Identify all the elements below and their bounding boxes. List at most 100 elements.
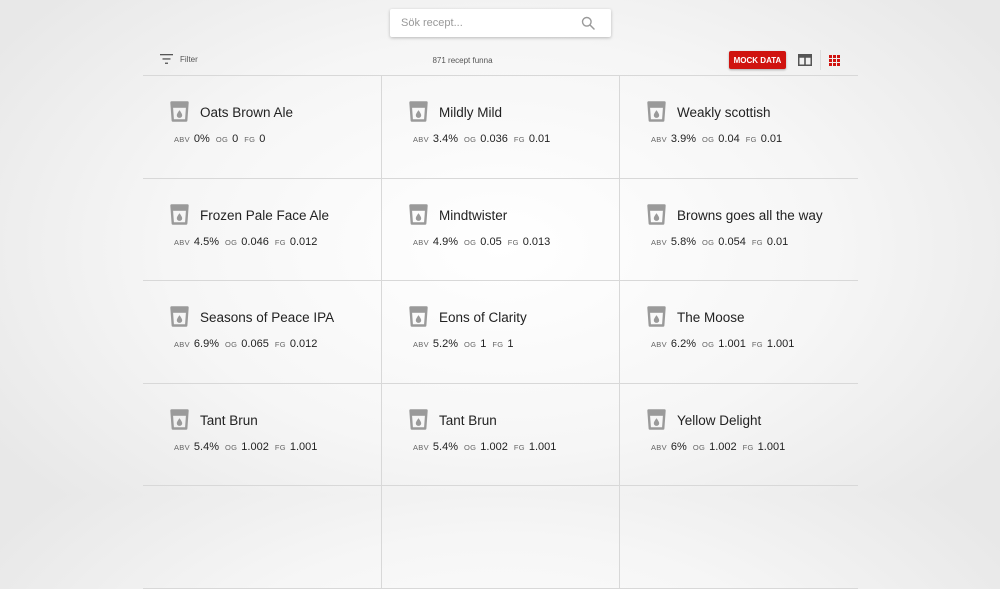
abv-label: ABV xyxy=(413,340,429,349)
og-value: 1.001 xyxy=(718,338,746,350)
recipe-card[interactable]: Mildly Mild ABV 3.4% OG 0.036 FG 0.01 xyxy=(381,76,619,179)
abv-label: ABV xyxy=(651,237,667,247)
recipe-name: Browns goes all the way xyxy=(677,207,823,223)
beer-glass-icon xyxy=(170,408,189,430)
abv-label: ABV xyxy=(413,442,429,452)
abv-label: ABV xyxy=(174,340,190,349)
recipe-name: Frozen Pale Face Ale xyxy=(200,207,330,223)
og-value: 0.05 xyxy=(480,235,502,248)
beer-glass-icon xyxy=(170,306,189,327)
abv-value: 5.4% xyxy=(432,440,458,453)
recipe-card[interactable]: Eons of Clarity ABV 5.2% OG 1 FG 1 xyxy=(381,281,619,384)
beer-glass-icon xyxy=(647,306,666,327)
abv-value: 5.4% xyxy=(193,440,219,453)
fg-label: FG xyxy=(745,135,757,144)
recipe-card[interactable]: Browns goes all the way ABV 5.8% OG 0.054 FG… xyxy=(619,178,858,281)
og-label: OG xyxy=(702,135,715,144)
recipe-card[interactable]: ABVOGFG xyxy=(619,486,858,589)
fg-label: FG xyxy=(274,340,286,349)
search-icon[interactable] xyxy=(581,16,595,30)
fg-label: FG xyxy=(742,442,754,452)
og-label: OG xyxy=(692,442,706,452)
og-label: OG xyxy=(702,340,715,349)
abv-value: 6.2% xyxy=(670,338,696,350)
og-label: OG xyxy=(225,237,238,247)
recipe-stats: ABV 5.2% OG 1 FG 1 xyxy=(413,334,520,352)
abv-value: 6% xyxy=(670,440,687,453)
beer-glass-icon xyxy=(170,203,189,225)
beer-glass-icon xyxy=(647,408,666,430)
recipe-card[interactable]: Yellow Delight ABV 6% OG 1.002 FG 1.001 xyxy=(619,383,858,486)
abv-label: ABV xyxy=(413,237,429,247)
recipe-name: Tant Brun xyxy=(200,412,258,428)
fg-value: 1.001 xyxy=(289,440,318,453)
og-value: 0 xyxy=(232,133,239,145)
abv-label: ABV xyxy=(174,135,190,144)
recipe-card[interactable]: Oats Brown Ale ABV 0% OG 0 FG 0 xyxy=(143,76,381,179)
recipe-stats: ABV 6.9% OG 0.065 FG 0.012 xyxy=(174,334,323,352)
abv-value: 6.9% xyxy=(193,338,219,350)
recipe-name: Seasons of Peace IPA xyxy=(200,310,335,325)
search-bar[interactable] xyxy=(390,9,611,37)
recipe-stats: ABV 5.4% OG 1.002 FG 1.001 xyxy=(174,437,323,455)
abv-label: ABV xyxy=(651,442,667,452)
beer-glass-icon xyxy=(170,101,189,122)
fg-value: 0.012 xyxy=(289,235,318,248)
beer-glass-icon xyxy=(647,203,666,225)
recipe-card[interactable]: Tant Brun ABV 5.4% OG 1.002 FG 1.001 xyxy=(381,383,619,486)
recipe-name: Yellow Delight xyxy=(677,412,762,428)
og-label: OG xyxy=(464,340,477,349)
fg-value: 0.01 xyxy=(528,133,551,145)
abv-value: 0% xyxy=(193,133,210,145)
abv-label: ABV xyxy=(174,237,190,247)
og-label: OG xyxy=(702,237,715,247)
recipe-stats: ABV 5.4% OG 1.002 FG 1.001 xyxy=(413,437,562,455)
og-value: 0.04 xyxy=(718,133,740,145)
og-value: 1.002 xyxy=(241,440,269,453)
grid-view-icon[interactable] xyxy=(829,55,840,66)
recipe-card[interactable]: ABVOGFG xyxy=(381,486,619,589)
recipe-card[interactable]: Seasons of Peace IPA ABV 6.9% OG 0.065 FG 0.0… xyxy=(143,281,381,384)
recipe-name: Weakly scottish xyxy=(677,105,771,120)
recipe-stats: ABV 0% OG 0 FG 0 xyxy=(174,129,271,147)
fg-label: FG xyxy=(244,135,256,144)
result-count: 871 recept funna xyxy=(432,56,493,65)
abv-value: 3.9% xyxy=(670,133,696,145)
fg-label: FG xyxy=(274,442,286,452)
abv-value: 3.4% xyxy=(432,133,458,145)
recipe-name: Tant Brun xyxy=(439,412,497,428)
fg-value: 1.001 xyxy=(757,440,786,453)
recipe-name: Oats Brown Ale xyxy=(200,105,294,120)
recipe-name: Mildly Mild xyxy=(439,105,503,120)
mock-data-button[interactable]: MOCK DATA xyxy=(729,51,786,69)
recipe-card[interactable]: Tant Brun ABV 5.4% OG 1.002 FG 1.001 xyxy=(143,384,381,486)
fg-value: 0.012 xyxy=(289,338,318,350)
abv-label: ABV xyxy=(174,442,190,452)
toolbar: Filter 871 recept funna MOCK DATA xyxy=(0,48,1000,74)
recipe-grid: Oats Brown Ale ABV 0% OG 0 FG 0 Mildly Mild A… xyxy=(143,75,858,589)
beer-glass-icon xyxy=(409,306,428,327)
og-label: OG xyxy=(225,340,238,349)
abv-value: 5.2% xyxy=(432,338,458,350)
og-value: 0.054 xyxy=(718,235,746,248)
fg-value: 0 xyxy=(259,133,266,145)
recipe-card[interactable]: The Moose ABV 6.2% OG 1.001 FG 1.001 xyxy=(619,281,858,384)
fg-label: FG xyxy=(507,237,519,247)
beer-glass-icon xyxy=(409,101,428,122)
fg-label: FG xyxy=(513,442,525,452)
fg-value: 0.01 xyxy=(760,133,783,145)
abv-value: 4.5% xyxy=(193,235,219,248)
fg-label: FG xyxy=(492,340,504,349)
recipe-card[interactable]: Frozen Pale Face Ale ABV 4.5% OG 0.046 FG 0.0… xyxy=(143,179,381,281)
abv-label: ABV xyxy=(651,135,667,144)
abv-label: ABV xyxy=(413,135,429,144)
recipe-card[interactable]: Mindtwister ABV 4.9% OG 0.05 FG 0.013 xyxy=(381,178,619,281)
recipe-card[interactable]: Weakly scottish ABV 3.9% OG 0.04 FG 0.01 xyxy=(619,76,858,179)
abv-label: ABV xyxy=(651,340,667,349)
beer-glass-icon xyxy=(409,203,428,225)
fg-value: 0.013 xyxy=(522,235,551,248)
fg-value: 1.001 xyxy=(528,440,557,453)
search-input[interactable] xyxy=(399,16,573,30)
recipe-card[interactable]: ABVOGFG xyxy=(143,486,381,589)
table-view-icon[interactable] xyxy=(798,54,812,66)
